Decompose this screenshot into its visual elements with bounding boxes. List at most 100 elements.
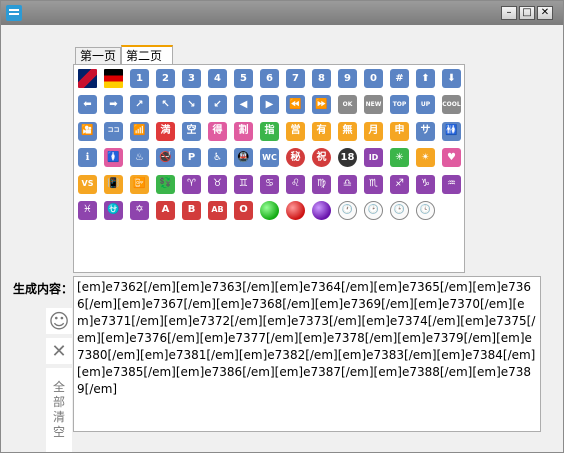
pisces-icon[interactable]: ♓ — [78, 200, 97, 220]
id-icon[interactable]: ID — [364, 148, 383, 168]
blood-type-o-icon[interactable]: O — [234, 200, 253, 220]
vs-icon[interactable]: VS — [78, 174, 97, 194]
sparkle-icon[interactable]: ✳ — [390, 148, 409, 168]
keycap-7-icon[interactable]: 7 — [286, 69, 305, 88]
virgo-icon[interactable]: ♍ — [312, 174, 331, 194]
maximize-button[interactable]: □ — [519, 6, 535, 20]
keycap-0-icon[interactable]: 0 — [364, 69, 383, 88]
title-bar[interactable]: – □ ✕ — [1, 1, 563, 25]
clock-one-icon[interactable]: 🕐 — [338, 200, 357, 220]
service-icon[interactable]: サ — [416, 121, 435, 141]
ideograph-have-icon[interactable]: 有 — [312, 121, 331, 141]
ideograph-month-icon[interactable]: 月 — [364, 121, 383, 141]
play-icon[interactable]: ▶ — [260, 95, 279, 115]
tab-page-1[interactable]: 第一页 — [75, 47, 121, 65]
ok-icon[interactable]: OK — [338, 95, 357, 115]
secret-icon[interactable]: 秘 — [286, 148, 305, 168]
gemini-icon[interactable]: ♊ — [234, 174, 253, 194]
capricorn-icon[interactable]: ♑ — [416, 174, 435, 194]
blood-type-ab-icon[interactable]: AB — [208, 200, 227, 220]
ideograph-discount-icon[interactable]: 割 — [234, 121, 253, 141]
ideograph-full-icon[interactable]: 満 — [156, 121, 175, 141]
arrow-lower-right-icon[interactable]: ↘ — [182, 95, 201, 115]
information-icon[interactable]: ℹ — [78, 148, 97, 168]
keycap-2-icon[interactable]: 2 — [156, 69, 175, 88]
taurus-icon[interactable]: ♉ — [208, 174, 227, 194]
clock-two-icon[interactable]: 🕑 — [364, 200, 383, 220]
sagittarius-icon[interactable]: ♐ — [390, 174, 409, 194]
ophiuchus-icon[interactable]: ⛎ — [104, 200, 123, 220]
cancer-icon[interactable]: ♋ — [260, 174, 279, 194]
aquarius-icon[interactable]: ♒ — [442, 174, 461, 194]
up-icon[interactable]: UP — [416, 95, 435, 115]
vibration-icon[interactable]: 📳 — [104, 174, 123, 194]
smile-icon[interactable]: ☺ — [46, 308, 72, 334]
tab-page-2[interactable]: 第二页 — [121, 45, 173, 65]
arrow-upper-right-icon[interactable]: ↗ — [130, 95, 149, 115]
leo-icon[interactable]: ♌ — [286, 174, 305, 194]
ideograph-get-icon[interactable]: 得 — [208, 121, 227, 141]
keycap-9-icon[interactable]: 9 — [338, 69, 357, 88]
cinema-icon[interactable]: 🎦 — [78, 121, 97, 141]
koko-icon[interactable]: ココ — [104, 121, 123, 141]
arrow-down-icon[interactable]: ⬇ — [442, 69, 461, 88]
rewind-icon[interactable]: ⏪ — [286, 95, 305, 115]
wheelchair-icon[interactable]: ♿ — [208, 148, 227, 168]
germany-flag-icon[interactable] — [104, 69, 123, 88]
arrow-left-icon[interactable]: ⬅ — [78, 95, 97, 115]
clock-four-icon[interactable]: 🕓 — [416, 200, 435, 220]
ideograph-empty-icon[interactable]: 空 — [182, 121, 201, 141]
bathing-icon[interactable]: ♨ — [130, 148, 149, 168]
red-circle-icon[interactable] — [286, 200, 305, 220]
star-of-david-icon[interactable]: ✡ — [130, 200, 149, 220]
arrow-right-icon[interactable]: ➡ — [104, 95, 123, 115]
keycap-4-icon[interactable]: 4 — [208, 69, 227, 88]
green-circle-icon[interactable] — [260, 200, 279, 220]
keycap-hash-icon[interactable]: # — [390, 69, 409, 88]
blood-type-b-icon[interactable]: B — [182, 200, 201, 220]
aries-icon[interactable]: ♈ — [182, 174, 201, 194]
arrow-lower-left-icon[interactable]: ↙ — [208, 95, 227, 115]
scorpio-icon[interactable]: ♏ — [364, 174, 383, 194]
no-smoking-icon[interactable]: 🚭 — [156, 148, 175, 168]
top-icon[interactable]: TOP — [390, 95, 409, 115]
output-textbox[interactable]: [em]e7362[/em][em]e7363[/em][em]e7364[/e… — [73, 276, 541, 432]
blood-type-a-icon[interactable]: A — [156, 200, 175, 220]
ideograph-open-icon[interactable]: 営 — [286, 121, 305, 141]
yen-exchange-icon[interactable]: 💱 — [156, 174, 175, 194]
eight-pointed-star-icon[interactable]: ✴ — [416, 148, 435, 168]
play-reverse-icon[interactable]: ◀ — [234, 95, 253, 115]
congratulations-icon[interactable]: 祝 — [312, 148, 331, 168]
signal-bars-icon[interactable]: 📶 — [130, 121, 149, 141]
close-button[interactable]: ✕ — [537, 6, 553, 20]
keycap-3-icon[interactable]: 3 — [182, 69, 201, 88]
keycap-6-icon[interactable]: 6 — [260, 69, 279, 88]
arrow-up-icon[interactable]: ⬆ — [416, 69, 435, 88]
heart-box-icon[interactable]: ♥ — [442, 148, 461, 168]
clear-icon[interactable]: ✕ — [46, 338, 72, 364]
emoji-panel: 1 2 3 4 5 6 7 8 9 0 # ⬆ ⬇ ⬅ ➡ ↗ ↖ ↘ ↙ ◀ ▶ ⏪ ⏩ OK NEW TOP UP COOL 🎦 ココ… — [73, 64, 465, 273]
cool-icon[interactable]: COOL — [442, 95, 461, 115]
new-icon[interactable]: NEW — [364, 95, 383, 115]
ideograph-apply-icon[interactable]: 申 — [390, 121, 409, 141]
clock-three-icon[interactable]: 🕒 — [390, 200, 409, 220]
ideograph-finger-icon[interactable]: 指 — [260, 121, 279, 141]
underage-icon[interactable]: 18 — [338, 148, 357, 168]
clear-all-button[interactable]: 全 部 清 空 — [46, 368, 72, 452]
ideograph-none-icon[interactable]: 無 — [338, 121, 357, 141]
parking-icon[interactable]: P — [182, 148, 201, 168]
keycap-5-icon[interactable]: 5 — [234, 69, 253, 88]
arrow-upper-left-icon[interactable]: ↖ — [156, 95, 175, 115]
metro-icon[interactable]: 🚇 — [234, 148, 253, 168]
fast-forward-icon[interactable]: ⏩ — [312, 95, 331, 115]
womens-icon[interactable]: 🚺 — [104, 148, 123, 168]
keycap-8-icon[interactable]: 8 — [312, 69, 331, 88]
uk-flag-icon[interactable] — [78, 69, 97, 88]
mobile-off-icon[interactable]: 📴 — [130, 174, 149, 194]
minimize-button[interactable]: – — [501, 6, 517, 20]
keycap-1-icon[interactable]: 1 — [130, 69, 149, 88]
restroom-icon[interactable]: 🚻 — [442, 121, 461, 141]
libra-icon[interactable]: ♎ — [338, 174, 357, 194]
purple-circle-icon[interactable] — [312, 200, 331, 220]
wc-icon[interactable]: WC — [260, 148, 279, 168]
